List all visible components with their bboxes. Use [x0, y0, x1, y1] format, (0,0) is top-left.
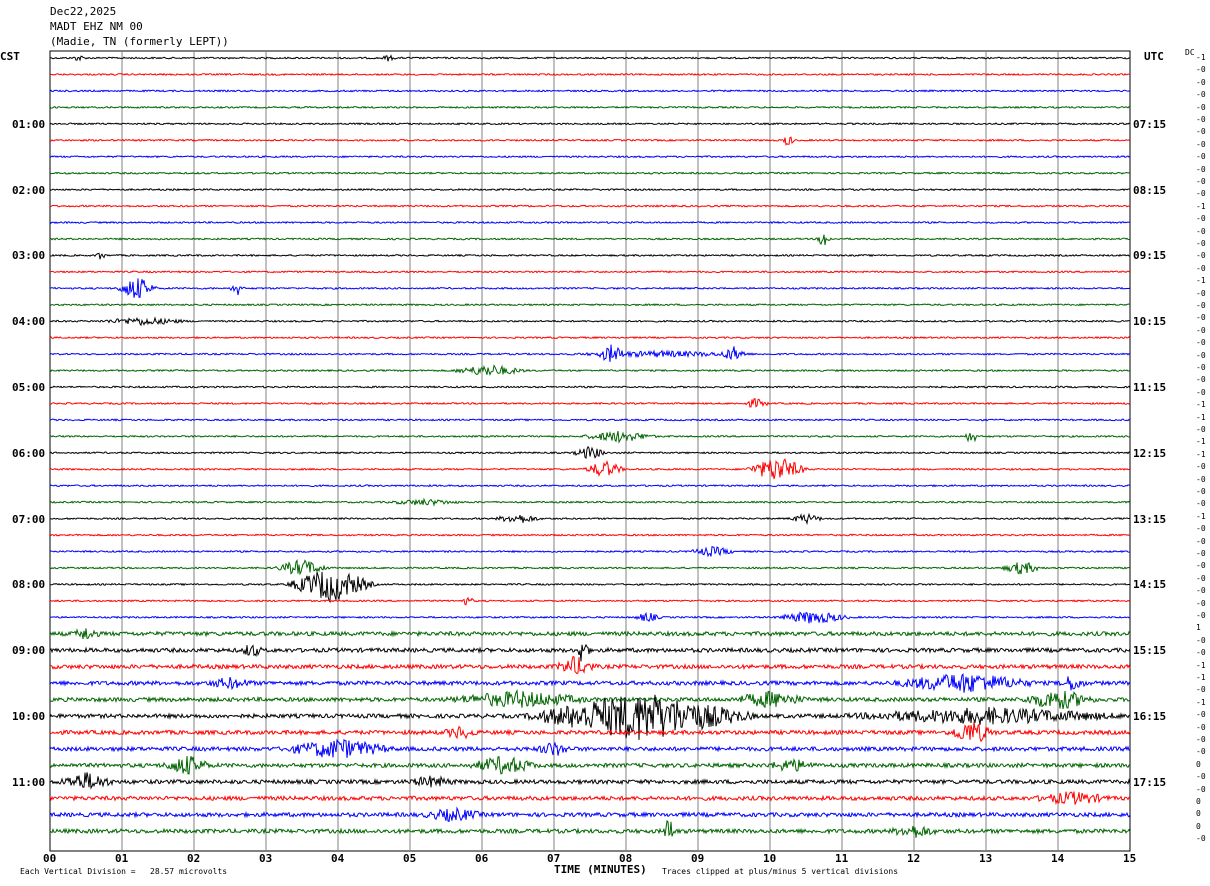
trace-line [49, 278, 1131, 298]
trace-line [49, 122, 1131, 126]
trace-line [49, 571, 1131, 604]
trace-line [49, 136, 1131, 146]
trace-line [49, 171, 1131, 175]
trace-line [49, 628, 1131, 639]
trace-line [49, 105, 1131, 109]
trace-line [49, 806, 1131, 823]
trace-line [49, 398, 1131, 408]
seismogram-plot [49, 50, 1131, 852]
trace-line [50, 512, 1131, 526]
trace-line [49, 546, 1131, 558]
trace-line [49, 596, 1131, 606]
trace-line [49, 445, 1131, 460]
trace-line [49, 335, 1131, 340]
trace-line [49, 204, 1131, 208]
trace-line [49, 187, 1130, 192]
trace-line [49, 220, 1131, 225]
trace-line [49, 558, 1131, 576]
trace-line [49, 89, 1131, 93]
trace-line [49, 385, 1131, 389]
trace-line [49, 364, 1131, 376]
trace-line [49, 772, 1131, 790]
trace-line [49, 497, 1131, 507]
trace-line [49, 738, 1131, 758]
trace-line [49, 316, 1131, 327]
trace-line [49, 154, 1131, 159]
trace-line [49, 791, 1131, 806]
trace-line [49, 458, 1131, 480]
trace-line [49, 533, 1131, 537]
trace-line [49, 303, 1131, 307]
trace-line [49, 673, 1131, 693]
trace-line [49, 270, 1131, 274]
trace-line [49, 656, 1131, 675]
trace-line [49, 611, 1131, 624]
trace-line [49, 483, 1131, 488]
trace-line [49, 234, 1131, 246]
trace-line [49, 72, 1131, 77]
trace-line [49, 344, 1131, 362]
trace-line [49, 689, 1131, 710]
trace-line [49, 643, 1131, 662]
trace-line [49, 430, 1131, 444]
trace-line [49, 418, 1131, 422]
trace-line [49, 756, 1131, 775]
trace-line [49, 54, 1131, 62]
trace-line [49, 252, 1131, 260]
trace-line [49, 820, 1131, 838]
